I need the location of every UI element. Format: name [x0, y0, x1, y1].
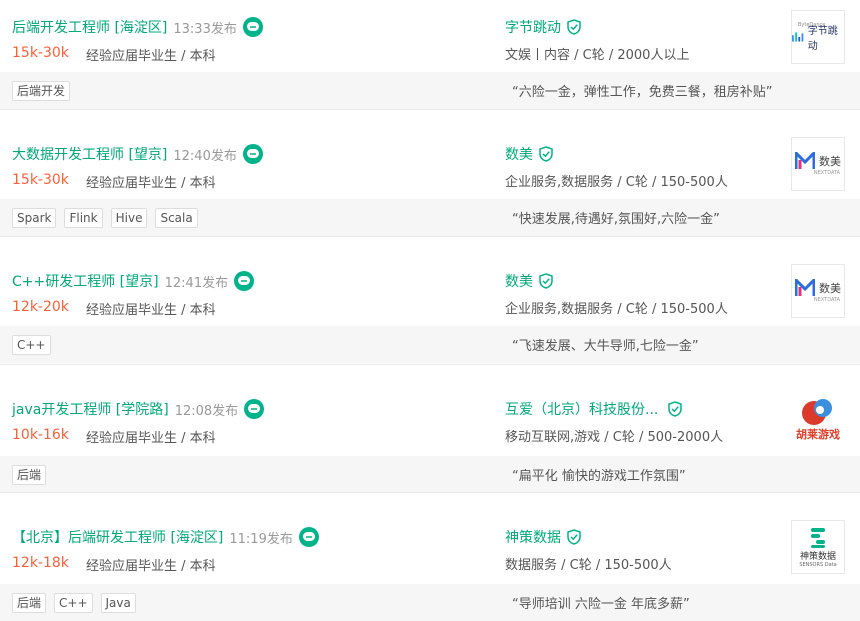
job-title[interactable]: java开发工程师 [学院路]: [12, 399, 169, 419]
verified-shield-icon: [567, 529, 581, 545]
requirement: 经验应届毕业生 / 本科: [86, 176, 216, 191]
skill-tag[interactable]: 后端: [12, 593, 47, 613]
logo-text: 胡莱游戏: [796, 428, 840, 441]
card-divider: [0, 236, 860, 254]
publish-time: 12:40发布: [173, 148, 237, 164]
company-name[interactable]: 互爱（北京）科技股份...: [505, 399, 658, 419]
job-card[interactable]: 大数据开发工程师 [望京] 12:40发布 15k-30k 经验应届毕业生 / …: [0, 127, 860, 236]
salary: 10k-16k: [12, 427, 69, 443]
job-card[interactable]: C++研发工程师 [望京] 12:41发布 12k-20k 经验应届毕业生 / …: [0, 254, 860, 363]
publish-time: 11:19发布: [229, 531, 293, 547]
salary: 12k-20k: [12, 299, 69, 315]
publish-time: 12:41发布: [164, 275, 229, 291]
shumei-mark-icon: [795, 152, 815, 169]
company-name[interactable]: 数美: [505, 271, 533, 291]
benefit-text: “扁平化 愉快的游戏工作氛围”: [512, 469, 686, 484]
logo-subtext: NEXTDATA: [813, 297, 841, 303]
company-industry: 企业服务,数据服务 / C轮 / 150-500人: [505, 302, 728, 317]
company-logo[interactable]: 数美 NEXTDATA: [791, 264, 845, 318]
salary: 12k-18k: [12, 555, 69, 571]
verified-shield-icon: [668, 401, 683, 417]
logo-subtext: NEXTDATA: [813, 170, 841, 176]
chat-icon[interactable]: [244, 399, 265, 419]
skill-tag[interactable]: Spark: [12, 208, 57, 228]
requirement: 经验应届毕业生 / 本科: [86, 559, 216, 574]
company-logo[interactable]: 数美 NEXTDATA: [791, 137, 845, 191]
job-list: 后端开发工程师 [海淀区] 13:33发布 15k-30k 经验应届毕业生 / …: [0, 0, 860, 621]
shumei-mark-icon: [795, 279, 815, 296]
skill-tag[interactable]: C++: [12, 335, 51, 355]
hulai-mascot-icon: [802, 399, 832, 425]
company-name[interactable]: 数美: [505, 144, 533, 164]
job-card[interactable]: java开发工程师 [学院路] 12:08发布 10k-16k 经验应届毕业生 …: [0, 382, 860, 493]
card-divider: [0, 492, 860, 510]
benefit-text: “飞速发展、大牛导师,七险一金”: [512, 339, 699, 354]
skill-tag[interactable]: C++: [54, 593, 93, 613]
verified-shield-icon: [539, 146, 553, 162]
job-title[interactable]: C++研发工程师 [望京]: [12, 271, 159, 291]
company-name[interactable]: 神策数据: [505, 527, 561, 547]
company-industry: 企业服务,数据服务 / C轮 / 150-500人: [505, 175, 728, 190]
requirement: 经验应届毕业生 / 本科: [86, 303, 216, 318]
logo-text: 数美: [819, 282, 841, 295]
chat-icon[interactable]: [298, 527, 319, 547]
sensors-mark-icon: [811, 527, 825, 548]
requirement: 经验应届毕业生 / 本科: [86, 431, 216, 446]
job-title[interactable]: 【北京】后端研发工程师 [海淀区]: [12, 527, 223, 547]
benefit-text: “导师培训 六险一金 年底多薪”: [512, 597, 690, 612]
company-logo[interactable]: 字节跳动 ByteDance: [791, 10, 845, 64]
benefit-text: “六险一金，弹性工作，免费三餐，租房补贴”: [512, 85, 773, 100]
job-title[interactable]: 后端开发工程师 [海淀区]: [12, 17, 167, 37]
skill-tag[interactable]: Flink: [64, 208, 103, 228]
logo-subtext: ByteDance: [798, 22, 826, 28]
job-card[interactable]: 后端开发工程师 [海淀区] 13:33发布 15k-30k 经验应届毕业生 / …: [0, 0, 860, 109]
chat-icon[interactable]: [242, 144, 263, 164]
skill-tag[interactable]: Hive: [110, 208, 148, 228]
company-name[interactable]: 字节跳动: [505, 17, 561, 37]
chat-icon[interactable]: [242, 17, 263, 37]
company-industry: 文娱丨内容 / C轮 / 2000人以上: [505, 48, 690, 63]
verified-shield-icon: [539, 273, 553, 289]
company-industry: 数据服务 / C轮 / 150-500人: [505, 558, 672, 573]
logo-subtext: SENSORS Data: [799, 561, 837, 568]
skill-tag[interactable]: 后端开发: [12, 81, 71, 101]
requirement: 经验应届毕业生 / 本科: [86, 49, 216, 64]
salary: 15k-30k: [12, 172, 69, 188]
publish-time: 13:33发布: [173, 21, 237, 37]
chat-icon[interactable]: [234, 271, 255, 291]
skill-tag[interactable]: Java: [100, 593, 136, 613]
salary: 15k-30k: [12, 45, 69, 61]
bytedance-mark-icon: [792, 32, 804, 42]
benefit-text: “快速发展,待遇好,氛围好,六险一金”: [512, 212, 720, 227]
publish-time: 12:08发布: [174, 403, 239, 419]
skill-tag[interactable]: Scala: [155, 208, 198, 228]
logo-text: 数美: [819, 155, 841, 168]
verified-shield-icon: [567, 19, 581, 35]
job-card[interactable]: 【北京】后端研发工程师 [海淀区] 11:19发布 12k-18k 经验应届毕业…: [0, 510, 860, 621]
logo-text: 神策数据: [799, 551, 836, 562]
skill-tag[interactable]: 后端: [12, 465, 47, 485]
company-industry: 移动互联网,游戏 / C轮 / 500-2000人: [505, 430, 724, 445]
company-logo[interactable]: 胡莱游戏: [791, 392, 845, 446]
card-divider: [0, 364, 860, 382]
card-divider: [0, 109, 860, 127]
job-title[interactable]: 大数据开发工程师 [望京]: [12, 144, 167, 164]
company-logo[interactable]: 神策数据 SENSORS Data: [791, 520, 845, 574]
